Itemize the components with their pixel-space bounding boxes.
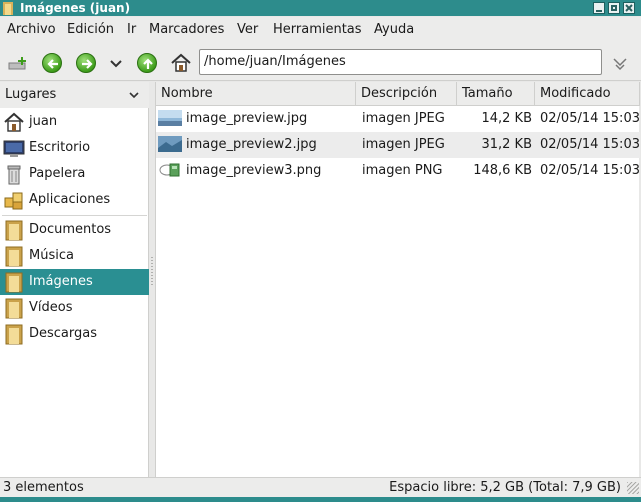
png-image-icon xyxy=(159,163,180,177)
sidebar-item-aplicaciones[interactable]: Aplicaciones xyxy=(0,187,149,213)
column-header-size[interactable]: Tamaño xyxy=(457,82,535,106)
file-description: imagen JPEG xyxy=(362,137,445,152)
sidebar-item-descargas[interactable]: Descargas xyxy=(0,321,149,347)
file-size: 31,2 KB xyxy=(481,137,532,152)
sidebar: juan Escritorio Papelera Aplicaciones Do… xyxy=(0,108,149,477)
sidebar-item-documentos[interactable]: Documentos xyxy=(0,217,149,243)
sidebar-item-label: Música xyxy=(29,248,74,263)
status-bar: 3 elementos Espacio libre: 5,2 GB (Total… xyxy=(0,477,641,497)
table-row[interactable]: image_preview3.png imagen PNG 148,6 KB 0… xyxy=(156,158,640,184)
up-button[interactable] xyxy=(135,51,159,75)
menu-marcadores[interactable]: Marcadores xyxy=(149,22,224,37)
file-size: 148,6 KB xyxy=(473,163,532,178)
sidebar-item-label: Descargas xyxy=(29,326,98,341)
chevron-down-icon xyxy=(129,92,139,99)
location-go-button[interactable] xyxy=(608,51,632,75)
menu-ayuda[interactable]: Ayuda xyxy=(374,22,414,37)
file-size: 14,2 KB xyxy=(481,111,532,126)
back-icon xyxy=(42,53,62,73)
sidebar-item-label: Papelera xyxy=(29,166,86,181)
image-thumbnail-icon xyxy=(158,110,182,126)
new-tab-button[interactable] xyxy=(6,51,30,75)
file-modified: 02/05/14 15:03 xyxy=(540,137,640,152)
menu-archivo[interactable]: Archivo xyxy=(7,22,56,37)
history-dropdown-icon xyxy=(110,60,122,68)
column-header-modified[interactable]: Modificado xyxy=(535,82,640,106)
minimize-button[interactable] xyxy=(593,2,605,14)
trash-icon xyxy=(7,165,21,185)
menu-bar: Archivo Edición Ir Marcadores Ver Herram… xyxy=(0,17,641,44)
menu-ir[interactable]: Ir xyxy=(127,22,136,37)
sidebar-mode-selector[interactable]: Lugares xyxy=(0,82,149,108)
folder-icon xyxy=(5,272,23,293)
maximize-button[interactable] xyxy=(608,2,620,14)
file-list: Nombre Descripción Tamaño Modificado ima… xyxy=(155,82,640,477)
folder-icon xyxy=(5,298,23,319)
forward-icon xyxy=(76,53,96,73)
new-tab-icon xyxy=(8,57,26,70)
location-go-icon xyxy=(613,58,627,71)
file-description: imagen PNG xyxy=(362,163,443,178)
folder-icon xyxy=(5,220,23,241)
file-name: image_preview.jpg xyxy=(186,111,308,126)
sidebar-header-label: Lugares xyxy=(5,87,57,102)
sidebar-item-label: juan xyxy=(29,114,58,129)
resize-grip-icon[interactable] xyxy=(627,482,639,494)
file-modified: 02/05/14 15:03 xyxy=(540,111,640,126)
sidebar-item-musica[interactable]: Música xyxy=(0,243,149,269)
window-title: Imágenes (juan) xyxy=(20,1,131,15)
forward-button[interactable] xyxy=(74,51,98,75)
sidebar-item-label: Aplicaciones xyxy=(29,192,111,207)
sidebar-item-papelera[interactable]: Papelera xyxy=(0,161,149,187)
home-icon xyxy=(4,112,24,132)
column-header: Nombre Descripción Tamaño Modificado xyxy=(156,82,640,106)
desktop-icon xyxy=(3,140,25,157)
home-button[interactable] xyxy=(169,51,193,75)
sidebar-item-imagenes[interactable]: Imágenes xyxy=(0,269,149,295)
column-header-description[interactable]: Descripción xyxy=(356,82,457,106)
close-button[interactable] xyxy=(623,2,635,14)
sidebar-item-videos[interactable]: Vídeos xyxy=(0,295,149,321)
home-icon xyxy=(171,53,191,72)
folder-icon xyxy=(5,324,23,345)
location-input[interactable]: /home/juan/Imágenes xyxy=(199,49,602,75)
menu-ver[interactable]: Ver xyxy=(237,22,258,37)
sidebar-item-juan[interactable]: juan xyxy=(0,109,149,135)
column-header-name[interactable]: Nombre xyxy=(156,82,356,106)
back-button[interactable] xyxy=(40,51,64,75)
up-icon xyxy=(137,53,157,73)
splitter-grip xyxy=(151,257,153,287)
image-thumbnail-icon xyxy=(158,136,182,152)
window-bottom-border xyxy=(0,497,641,502)
sidebar-item-label: Imágenes xyxy=(29,274,93,289)
file-name: image_preview2.jpg xyxy=(186,137,317,152)
folder-icon xyxy=(5,246,23,267)
sidebar-item-label: Documentos xyxy=(29,222,112,237)
title-bar[interactable]: Imágenes (juan) xyxy=(0,0,641,16)
sidebar-separator xyxy=(2,215,147,216)
table-row[interactable]: image_preview2.jpg imagen JPEG 31,2 KB 0… xyxy=(156,132,640,158)
file-modified: 02/05/14 15:03 xyxy=(540,163,640,178)
menu-edicion[interactable]: Edición xyxy=(67,22,114,37)
folder-icon xyxy=(3,2,13,15)
table-row[interactable]: image_preview.jpg imagen JPEG 14,2 KB 02… xyxy=(156,106,640,132)
close-icon xyxy=(625,4,633,12)
menu-herramientas[interactable]: Herramientas xyxy=(273,22,362,37)
file-description: imagen JPEG xyxy=(362,111,445,126)
applications-icon xyxy=(4,192,23,210)
history-dropdown-button[interactable] xyxy=(104,51,128,75)
sidebar-item-escritorio[interactable]: Escritorio xyxy=(0,135,149,161)
file-name: image_preview3.png xyxy=(186,163,322,178)
free-space: Espacio libre: 5,2 GB (Total: 7,9 GB) xyxy=(389,480,621,495)
sidebar-item-label: Escritorio xyxy=(29,140,91,155)
item-count: 3 elementos xyxy=(3,480,84,495)
sidebar-item-label: Vídeos xyxy=(29,300,73,315)
